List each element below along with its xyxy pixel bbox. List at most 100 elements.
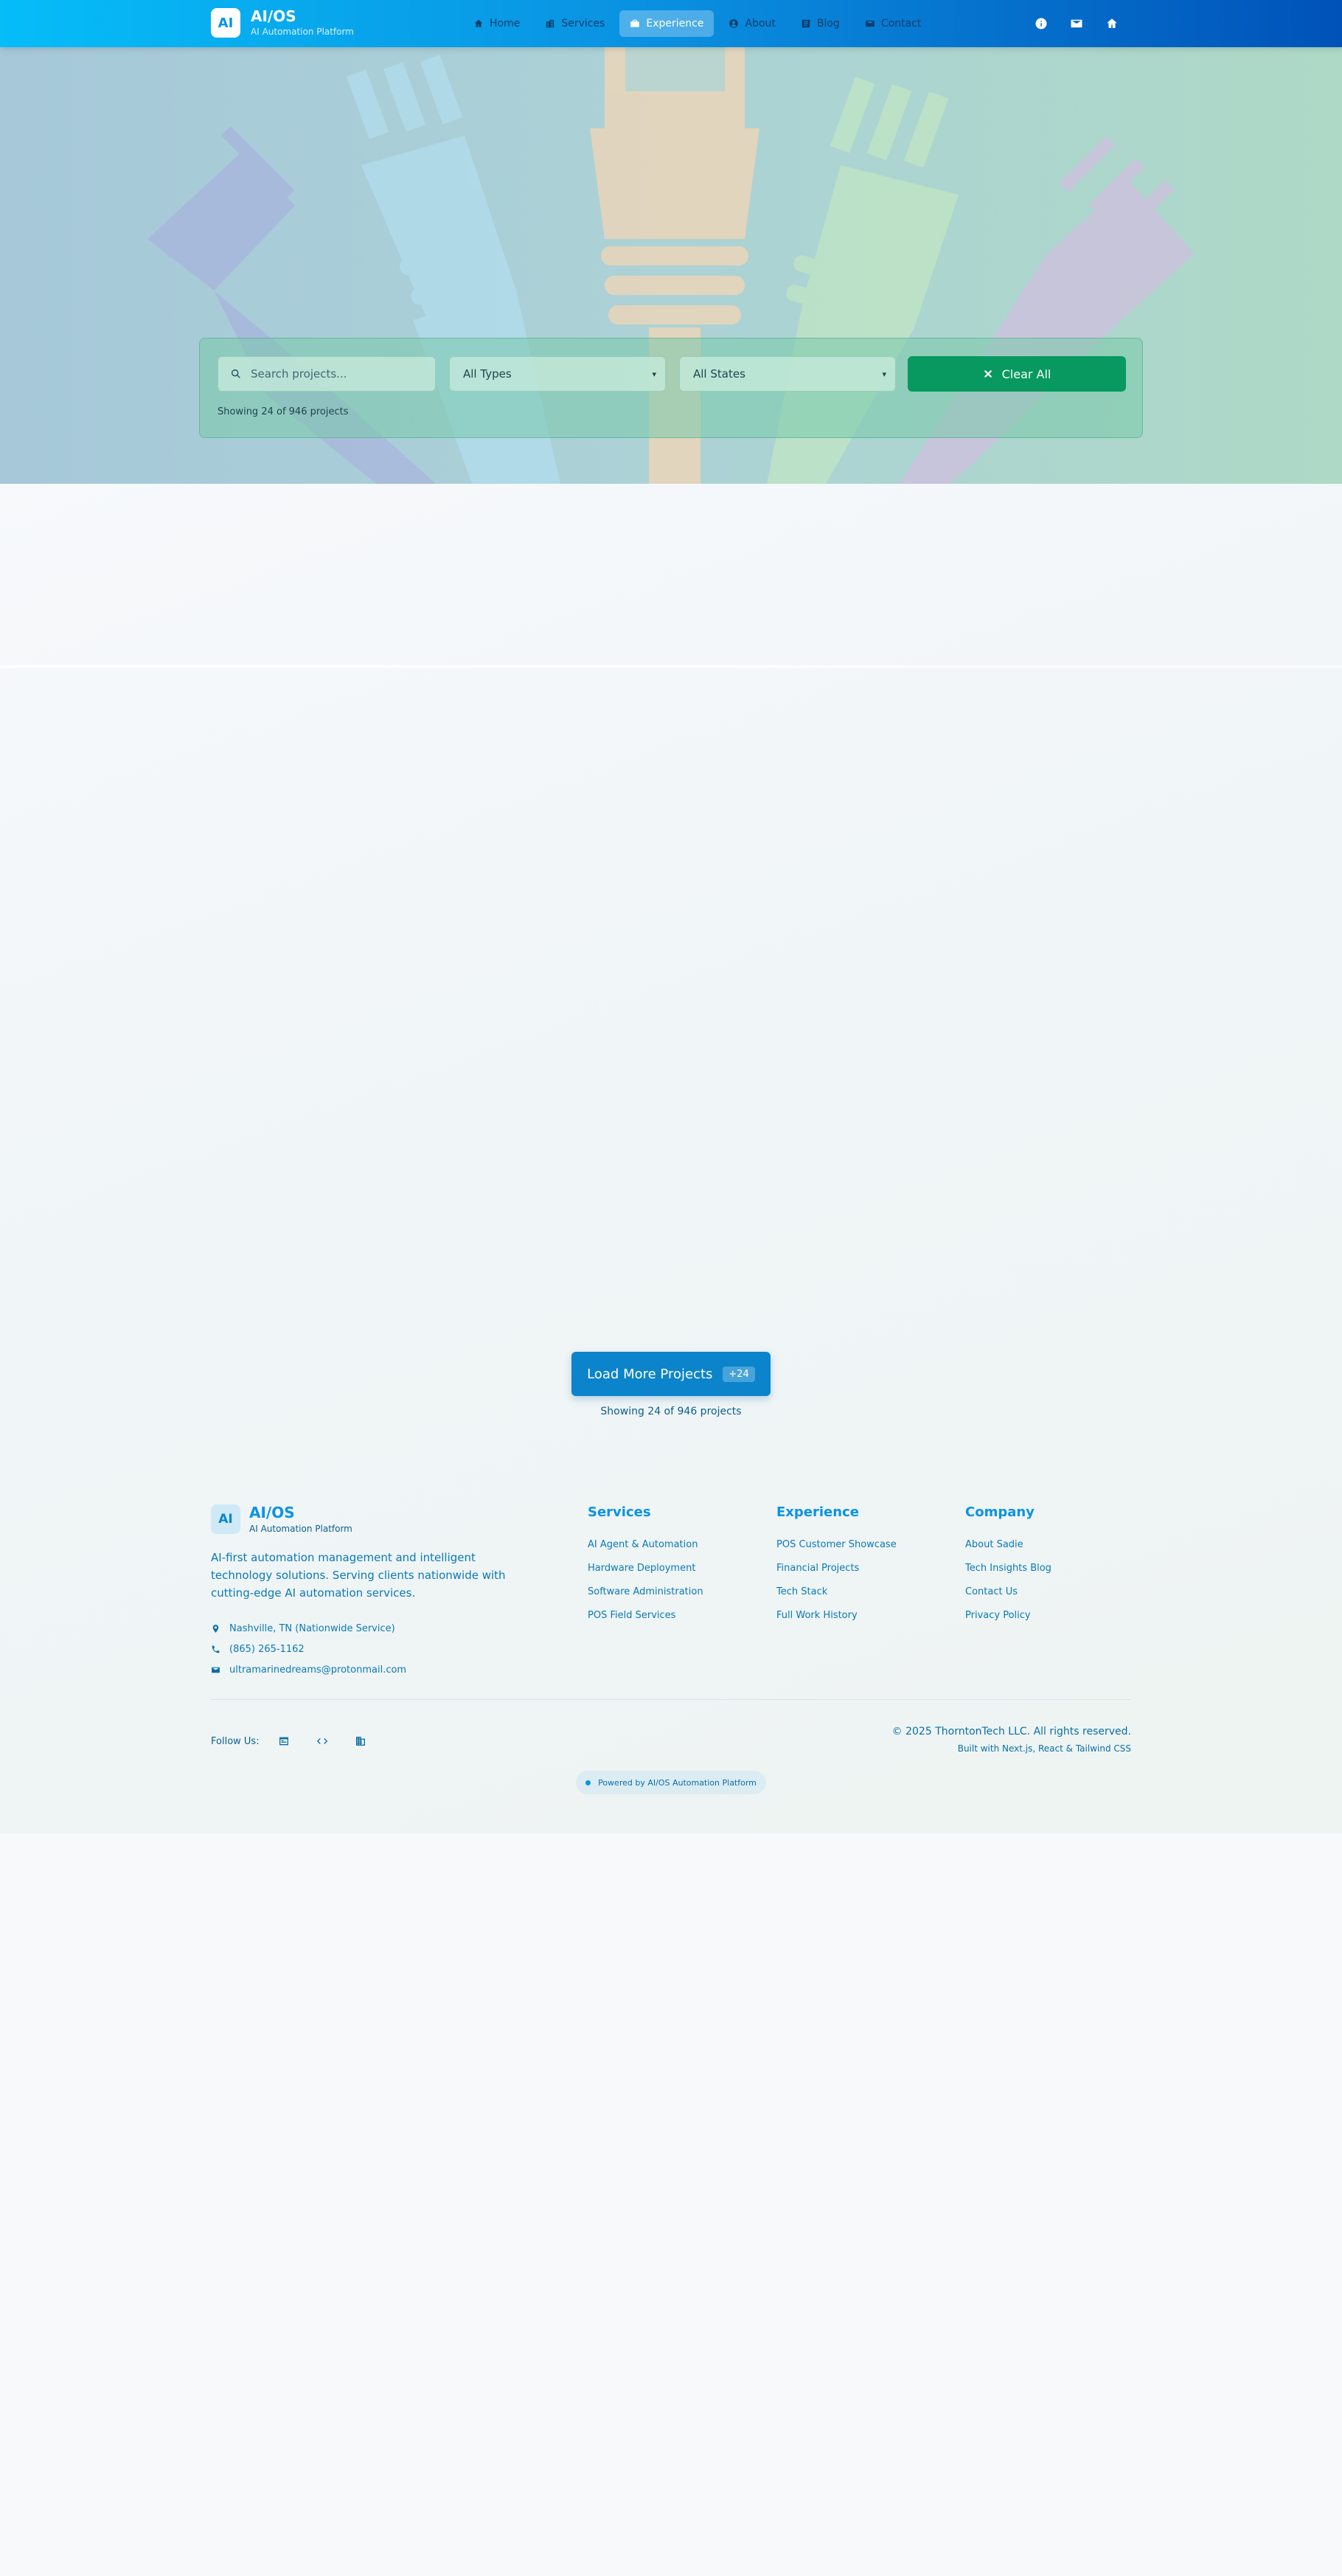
footer-link[interactable]: AI Agent & Automation (588, 1533, 703, 1557)
close-icon (984, 369, 992, 378)
footer-brand-text: AI/OS AI Automation Platform (249, 1504, 352, 1534)
footer-column-heading: Company (965, 1504, 1035, 1520)
state-select-value: All States (693, 367, 745, 381)
info-icon (1035, 18, 1047, 29)
nav-link-label: Home (490, 18, 521, 29)
clear-all-button[interactable]: Clear All (908, 356, 1126, 392)
contact-list: Nashville, TN (Nationwide Service) (865)… (211, 1618, 406, 1680)
contact-phone-text: (865) 265-1162 (229, 1643, 305, 1655)
search-input[interactable] (251, 367, 428, 381)
section-divider (0, 665, 1342, 668)
follow-label: Follow Us: (211, 1735, 260, 1747)
results-count: Showing 24 of 946 projects (218, 406, 349, 417)
building-icon (355, 1737, 365, 1746)
footer-link[interactable]: POS Customer Showcase (776, 1533, 897, 1557)
footer-description: AI-first automation management and intel… (211, 1551, 506, 1600)
powered-by-text: Powered by AI/OS Automation Platform (598, 1777, 757, 1788)
footer-column-heading: Experience (776, 1504, 859, 1520)
search-field[interactable] (218, 356, 436, 392)
contact-location-text: Nashville, TN (Nationwide Service) (229, 1622, 395, 1634)
footer-link[interactable]: Software Administration (588, 1580, 703, 1604)
contact-email-text: ultramarinedreams@protonmail.com (229, 1664, 407, 1676)
copyright-block: © 2025 ThorntonTech LLC. All rights rese… (892, 1726, 1131, 1754)
project-filter-panel: All Types ▾ All States ▾ Clear All Showi… (199, 338, 1143, 438)
building-icon (546, 19, 554, 28)
footer-link[interactable]: About Sadie (965, 1533, 1051, 1557)
page-bottom-blank (0, 1833, 1342, 2576)
code-icon (316, 1738, 327, 1744)
copyright-text: © 2025 ThorntonTech LLC. All rights rese… (891, 1726, 1131, 1737)
nav-link-label: Services (561, 18, 605, 29)
brand-title: AI/OS (251, 7, 296, 25)
follow-us: Follow Us: (211, 1733, 391, 1749)
brand[interactable]: AI AI/OS AI Automation Platform (211, 8, 354, 38)
footer-link[interactable]: Hardware Deployment (588, 1557, 703, 1580)
load-more-label: Load More Projects (587, 1366, 713, 1382)
main-nav: Home Services Experience About Blog Cont… (463, 10, 931, 37)
footer-subtitle: AI Automation Platform (249, 1524, 352, 1534)
nav-link-contact[interactable]: Contact (855, 10, 931, 37)
clear-all-label: Clear All (1001, 367, 1051, 381)
social-company-link[interactable] (352, 1733, 369, 1749)
built-with-text: Built with Next.js, React & Tailwind CSS (957, 1743, 1131, 1754)
user-circle-icon (729, 19, 739, 28)
info-button[interactable] (1032, 15, 1050, 32)
footer-link[interactable]: Financial Projects (776, 1557, 897, 1580)
footer-link[interactable]: Contact Us (965, 1580, 1051, 1604)
footer-link[interactable]: Tech Insights Blog (965, 1557, 1051, 1580)
portfolio-icon (279, 1737, 288, 1746)
search-icon (232, 369, 240, 378)
nav-link-experience[interactable]: Experience (619, 10, 715, 37)
footer-column-experience: Experience POS Customer Showcase Financi… (776, 1504, 897, 1628)
home-icon (474, 19, 483, 27)
social-code-link[interactable] (314, 1733, 330, 1749)
nav-link-label: About (745, 18, 776, 29)
mail-icon (212, 1667, 220, 1673)
footer-column-company: Company About Sadie Tech Insights Blog C… (965, 1504, 1051, 1628)
brand-logo: AI (211, 8, 240, 38)
chevron-down-icon: ▾ (652, 369, 656, 379)
mail-button[interactable] (1068, 15, 1085, 32)
mail-icon (865, 20, 875, 27)
results-count-bottom: Showing 24 of 946 projects (600, 1406, 742, 1417)
home-icon (1107, 18, 1117, 28)
footer-column-heading: Services (588, 1504, 651, 1520)
powered-by-badge: Powered by AI/OS Automation Platform (576, 1771, 766, 1794)
phone-icon (212, 1645, 220, 1653)
nav-link-home[interactable]: Home (463, 10, 530, 37)
nav-link-label: Experience (646, 18, 704, 29)
contact-location: Nashville, TN (Nationwide Service) (211, 1618, 406, 1639)
nav-link-about[interactable]: About (718, 10, 785, 37)
social-portfolio-link[interactable] (276, 1733, 292, 1749)
nav-link-blog[interactable]: Blog (790, 10, 850, 37)
projects-section: Load More Projects +24 Showing 24 of 946… (0, 484, 1342, 1833)
type-select[interactable]: All Types ▾ (449, 356, 666, 392)
nav-quick-icons (1032, 15, 1121, 32)
contact-phone[interactable]: (865) 265-1162 (211, 1639, 406, 1659)
mail-icon (1071, 19, 1082, 28)
brand-subtitle: AI Automation Platform (251, 27, 354, 37)
footer-divider (211, 1699, 1131, 1700)
top-navbar: AI AI/OS AI Automation Platform Home Ser… (0, 0, 1342, 47)
status-dot (585, 1780, 591, 1785)
footer-brand[interactable]: AI AI/OS AI Automation Platform (211, 1504, 352, 1534)
home-button[interactable] (1103, 15, 1121, 32)
load-more-button[interactable]: Load More Projects +24 (571, 1352, 771, 1396)
nav-link-label: Contact (880, 18, 922, 29)
footer-link[interactable]: Full Work History (776, 1604, 897, 1628)
footer-title: AI/OS (249, 1504, 295, 1521)
footer-link[interactable]: POS Field Services (588, 1604, 703, 1628)
footer-column-services: Services AI Agent & Automation Hardware … (588, 1504, 703, 1628)
footer-link[interactable]: Tech Stack (776, 1580, 897, 1604)
brand-text: AI/OS AI Automation Platform (251, 8, 354, 38)
chevron-down-icon: ▾ (882, 369, 886, 379)
hero-banner: All Types ▾ All States ▾ Clear All Showi… (0, 47, 1342, 484)
article-icon (802, 19, 810, 28)
briefcase-icon (630, 19, 640, 27)
state-select[interactable]: All States ▾ (679, 356, 896, 392)
nav-link-services[interactable]: Services (535, 10, 615, 37)
footer-link[interactable]: Privacy Policy (965, 1604, 1051, 1628)
nav-link-label: Blog (816, 18, 840, 29)
contact-email[interactable]: ultramarinedreams@protonmail.com (211, 1659, 406, 1680)
location-pin-icon (212, 1624, 219, 1633)
